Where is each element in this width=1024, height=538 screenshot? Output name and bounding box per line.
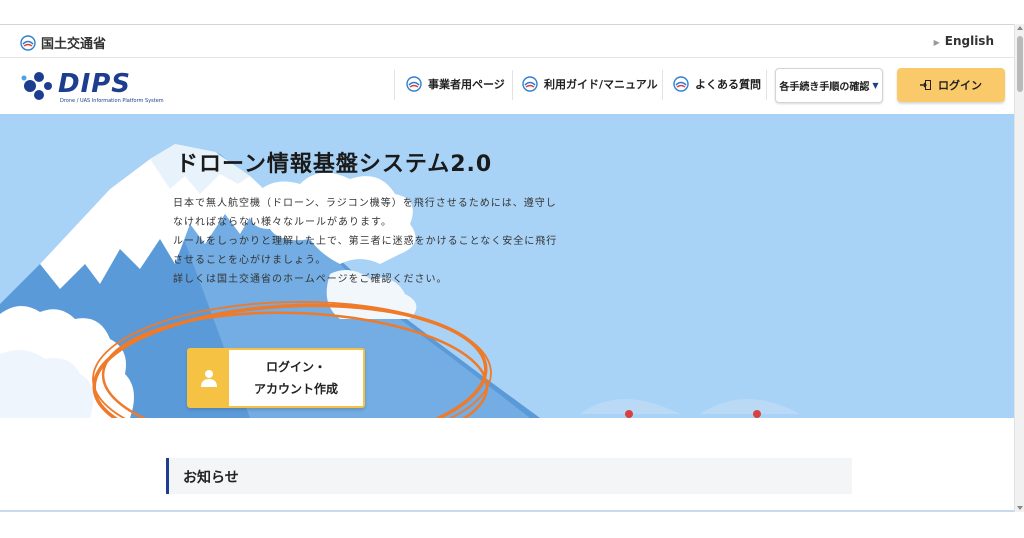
nav-divider <box>662 70 663 100</box>
english-link[interactable]: ▶ English <box>934 34 994 48</box>
scrollbar-thumb[interactable] <box>1017 36 1023 92</box>
ministry-bar: 国土交通省 ▶ English <box>0 25 1014 58</box>
news-section: お知らせ <box>0 418 1014 510</box>
triangle-right-icon: ▶ <box>933 38 940 47</box>
mlit-logo-icon <box>20 34 36 51</box>
hero-description: 日本で無人航空機（ドローン、ラジコン機等）を飛行させるためには、遵守し なければ… <box>173 194 583 289</box>
ministry-logo[interactable]: 国土交通省 <box>20 33 106 52</box>
hero-description-line: なければならない様々なルールがあります。 <box>173 217 392 228</box>
nav-divider <box>512 70 513 100</box>
nav-guide-label: 利用ガイド/マニュアル <box>544 78 658 91</box>
news-heading-label: お知らせ <box>183 470 239 486</box>
nav-business-label: 事業者用ページ <box>428 78 505 91</box>
nav-business-page[interactable]: 事業者用ページ <box>406 76 505 92</box>
hero-description-line: 詳しくは国土交通省のホームページをご確認ください。 <box>173 274 448 285</box>
dips-logo-subtitle: Drone / UAS Information Platform System <box>60 98 164 104</box>
mlit-icon <box>673 76 689 92</box>
dips-logo[interactable]: DIPS Drone / UAS Information Platform Sy… <box>20 68 164 104</box>
cta-label: ログイン・ アカウント作成 <box>233 356 359 400</box>
user-icon-container <box>189 350 229 406</box>
page-title: ドローン情報基盤システム2.0 <box>176 152 493 177</box>
hero-description-line: ルールをしっかりと理解した上で、第三者に迷惑をかけることなく安全に飛行 <box>173 236 558 247</box>
user-icon <box>201 370 217 387</box>
login-door-icon <box>920 80 931 90</box>
nav-divider <box>766 70 767 100</box>
hero-description-line: 日本で無人航空機（ドローン、ラジコン機等）を飛行させるためには、遵守し <box>173 198 557 209</box>
news-heading: お知らせ <box>166 458 852 494</box>
cta-label-line2: アカウント作成 <box>253 382 338 396</box>
hero-banner: ドローン情報基盤システム2.0 日本で無人航空機（ドローン、ラジコン機等）を飛行… <box>0 114 1014 418</box>
login-create-account-button[interactable]: ログイン・ アカウント作成 <box>187 348 365 408</box>
nav-faq-label: よくある質問 <box>695 78 761 91</box>
mlit-icon <box>406 76 422 92</box>
header-login-button[interactable]: ログイン <box>897 68 1005 102</box>
vertical-scrollbar[interactable] <box>1014 24 1024 512</box>
screenshot-top-margin <box>0 0 1024 24</box>
dips-logo-text: DIPS <box>58 69 132 99</box>
nav-divider <box>394 70 395 100</box>
english-link-label: English <box>944 34 994 48</box>
hero-description-line: させることを心がけましょう。 <box>173 255 327 266</box>
mlit-icon <box>522 76 538 92</box>
screenshot-bottom-margin <box>0 512 1024 538</box>
dips-dots-icon <box>21 72 52 100</box>
cta-label-line1: ログイン・ <box>265 360 326 374</box>
procedures-dropdown[interactable]: 各手続き手順の確認 ▼ <box>775 68 883 103</box>
site-header: DIPS Drone / UAS Information Platform Sy… <box>0 58 1014 114</box>
procedures-dropdown-label: 各手続き手順の確認 <box>779 82 870 93</box>
scroll-up-icon[interactable] <box>1017 26 1023 30</box>
nav-faq[interactable]: よくある質問 <box>673 76 761 92</box>
header-login-label: ログイン <box>938 79 982 92</box>
caret-down-icon: ▼ <box>872 81 879 90</box>
ministry-name: 国土交通省 <box>41 37 107 52</box>
scroll-down-icon[interactable] <box>1017 506 1023 510</box>
nav-guide-manual[interactable]: 利用ガイド/マニュアル <box>522 76 658 92</box>
